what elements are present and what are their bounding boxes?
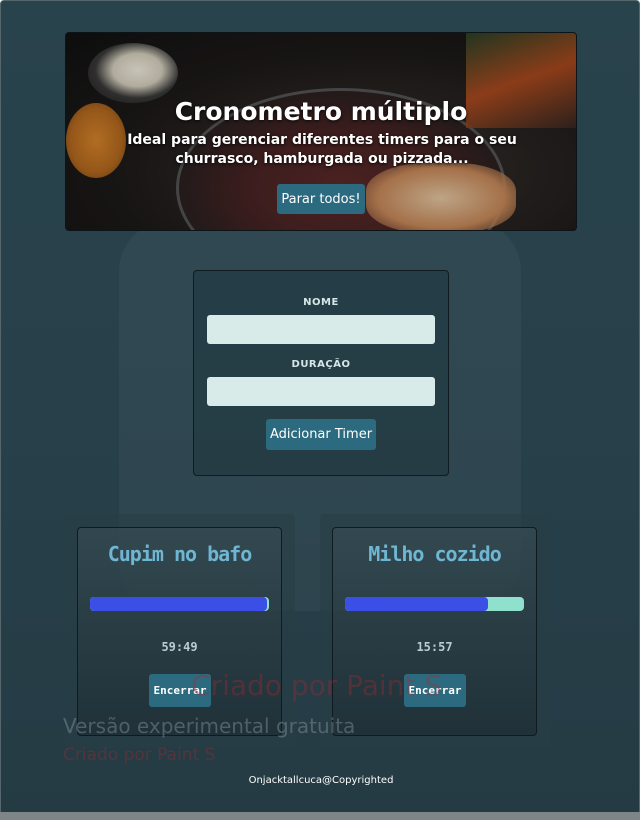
timer-progress-track — [90, 597, 269, 611]
window-bottom-edge — [0, 812, 640, 820]
timer-progress-track — [345, 597, 524, 611]
stop-all-button[interactable]: Parar todos! — [277, 184, 365, 214]
timer-progress-fill — [90, 597, 268, 611]
page-title: Cronometro múltiplo — [174, 97, 468, 126]
page-subtitle: Ideal para gerenciar diferentes timers p… — [127, 132, 517, 167]
name-label: NOME — [303, 297, 339, 308]
name-input[interactable] — [207, 315, 435, 344]
hero-banner: Cronometro múltiplo Ideal para gerenciar… — [65, 32, 577, 231]
timer-name: Cupim no bafo — [107, 542, 253, 566]
timer-remaining: 15:57 — [416, 640, 453, 654]
timer-panel: Milho cozido 15:57 Encerrar — [332, 527, 537, 736]
add-timer-button[interactable]: Adicionar Timer — [266, 419, 376, 450]
page: Cronometro múltiplo Ideal para gerenciar… — [0, 0, 640, 816]
duration-label: DURAÇÃO — [291, 359, 351, 370]
timer-panel: Cupim no bafo 59:49 Encerrar — [77, 527, 282, 736]
timer-progress-fill — [345, 597, 489, 611]
timer-card: Cupim no bafo 59:49 Encerrar — [65, 514, 295, 748]
watermark-text: Criado por Paint S — [191, 669, 443, 702]
footer-copyright: Onjacktallcuca@Copyrighted — [248, 775, 394, 786]
add-timer-form: NOME DURAÇÃO Adicionar Timer — [193, 270, 449, 476]
duration-input[interactable] — [207, 377, 435, 406]
timer-name: Milho cozido — [368, 542, 502, 566]
watermark-text: Criado por Paint S — [63, 745, 216, 765]
watermark-text: Versão experimental gratuita — [63, 714, 356, 738]
timer-remaining: 59:49 — [161, 640, 198, 654]
timer-card: Milho cozido 15:57 Encerrar — [320, 514, 550, 748]
